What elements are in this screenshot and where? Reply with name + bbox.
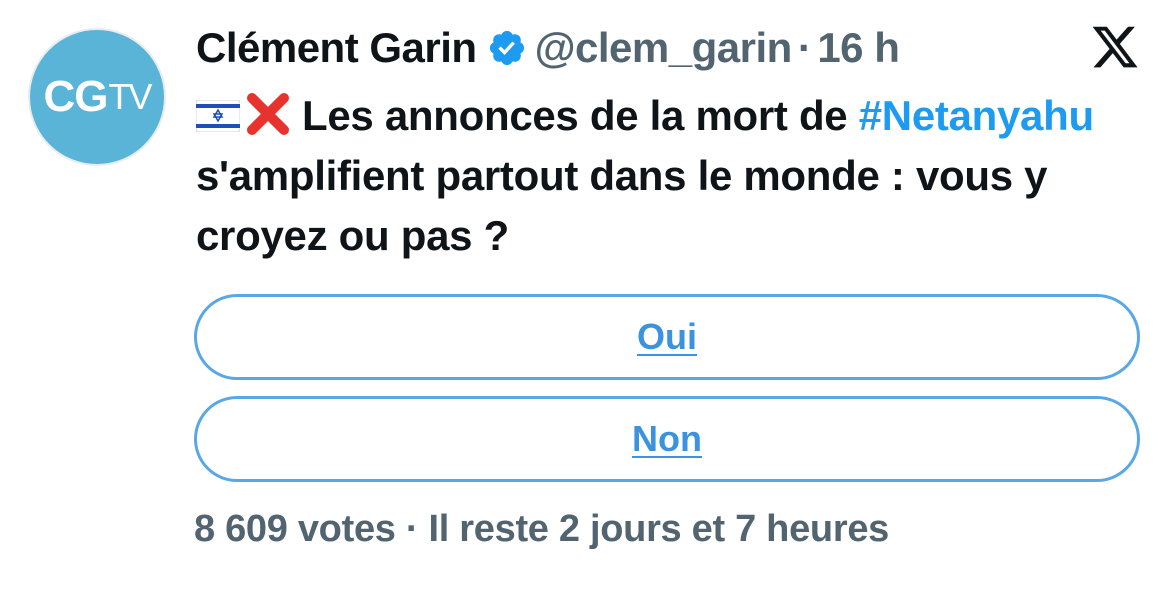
poll-option-label: Oui	[637, 316, 697, 357]
tweet-text: Les annonces de la mort de #Netanyahu s'…	[196, 86, 1156, 266]
avatar[interactable]: CG TV	[28, 28, 166, 166]
israel-flag-icon	[196, 100, 240, 132]
avatar-text-sub: TV	[108, 76, 152, 117]
poll-footer-separator: ·	[405, 508, 419, 550]
poll-option-oui[interactable]: Oui	[194, 294, 1140, 380]
avatar-text-main: CG	[43, 72, 108, 121]
tweet-text-after: s'amplifient partout dans le monde : vou…	[196, 152, 1048, 259]
tweet-timestamp[interactable]: 16 h	[817, 24, 900, 72]
verified-badge-icon	[489, 30, 524, 66]
poll-footer: 8 609 votes · Il reste 2 jours et 7 heur…	[194, 508, 889, 551]
poll-vote-count: 8 609 votes	[194, 508, 396, 550]
hashtag-link[interactable]: #Netanyahu	[859, 92, 1094, 139]
x-logo-icon[interactable]	[1090, 22, 1140, 72]
author-name[interactable]: Clément Garin	[196, 24, 477, 72]
tweet-header: Clément Garin @clem_garin · 16 h	[196, 20, 900, 76]
poll-time-remaining: Il reste 2 jours et 7 heures	[428, 508, 890, 550]
header-separator: ·	[797, 24, 812, 71]
poll-option-non[interactable]: Non	[194, 396, 1140, 482]
tweet-card: CG TV Clément Garin @clem_garin · 16 h Le…	[0, 0, 1170, 600]
red-cross-mark-icon	[247, 93, 289, 135]
author-handle[interactable]: @clem_garin	[535, 24, 793, 72]
poll-option-label: Non	[632, 418, 702, 459]
tweet-text-before: Les annonces de la mort de	[302, 92, 848, 139]
